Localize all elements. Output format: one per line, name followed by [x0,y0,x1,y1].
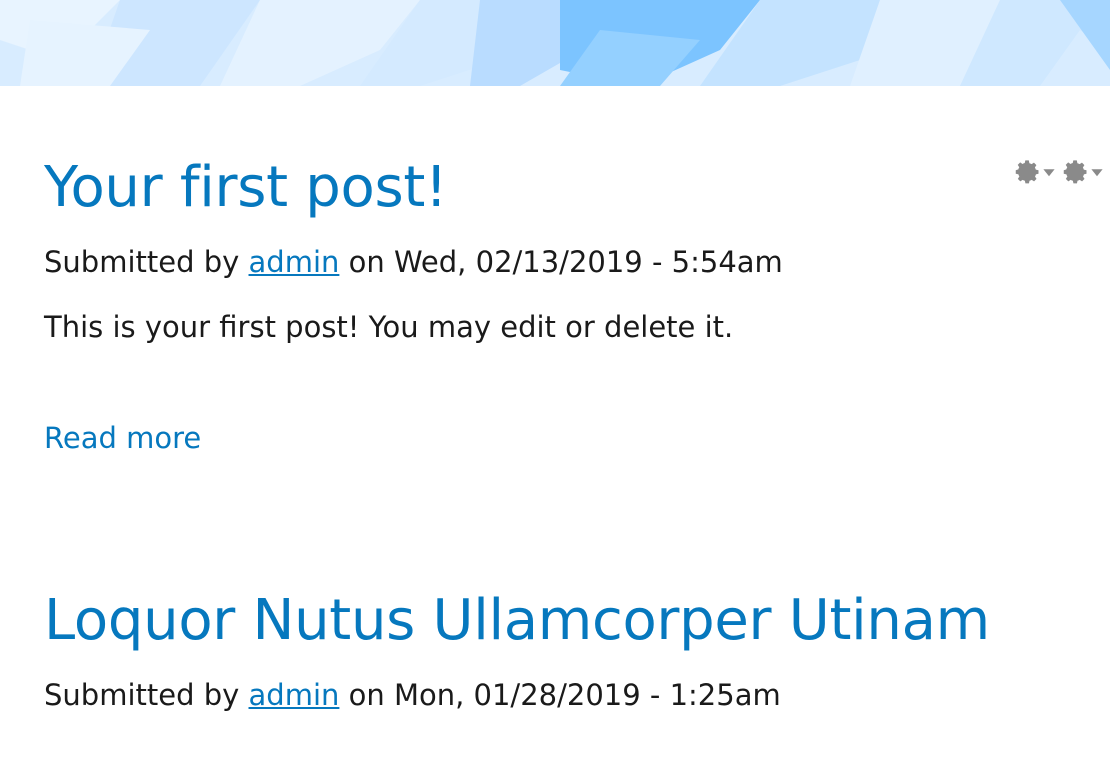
header-banner [0,0,1110,86]
chevron-down-icon [1042,165,1056,179]
post-teaser-2: Loquor Nutus Ullamcorper Utinam Submitte… [44,453,1074,710]
contextual-trigger-2[interactable] [1062,158,1104,186]
post-title-link[interactable]: Loquor Nutus Ullamcorper Utinam [44,588,990,653]
post-body: This is your first post! You may edit or… [44,310,734,344]
author-link[interactable]: admin [249,245,340,279]
submitted-prefix: Submitted by [44,678,240,712]
page: Your first post! Submitted by admin on W… [0,0,1110,778]
submitted-line: Submitted by admin on Wed, 02/13/2019 - … [44,248,1074,277]
submitted-line: Submitted by admin on Mon, 01/28/2019 - … [44,681,1074,710]
chevron-down-icon [1090,165,1104,179]
post-title-link[interactable]: Your first post! [44,155,447,220]
post-title: Your first post! [44,160,1074,216]
main-content: Your first post! Submitted by admin on W… [44,86,1103,710]
gear-icon [1062,158,1090,186]
gear-icon [1014,158,1042,186]
contextual-links [1014,158,1104,186]
author-link[interactable]: admin [249,678,340,712]
post-teaser-1: Your first post! Submitted by admin on W… [44,86,1103,453]
submitted-prefix: Submitted by [44,245,240,279]
submitted-date: on Mon, 01/28/2019 - 1:25am [348,678,781,712]
contextual-trigger-1[interactable] [1014,158,1056,186]
header-pattern [0,0,1110,86]
read-more-link[interactable]: Read more [44,424,201,453]
post-title: Loquor Nutus Ullamcorper Utinam [44,593,1074,649]
submitted-date: on Wed, 02/13/2019 - 5:54am [348,245,783,279]
